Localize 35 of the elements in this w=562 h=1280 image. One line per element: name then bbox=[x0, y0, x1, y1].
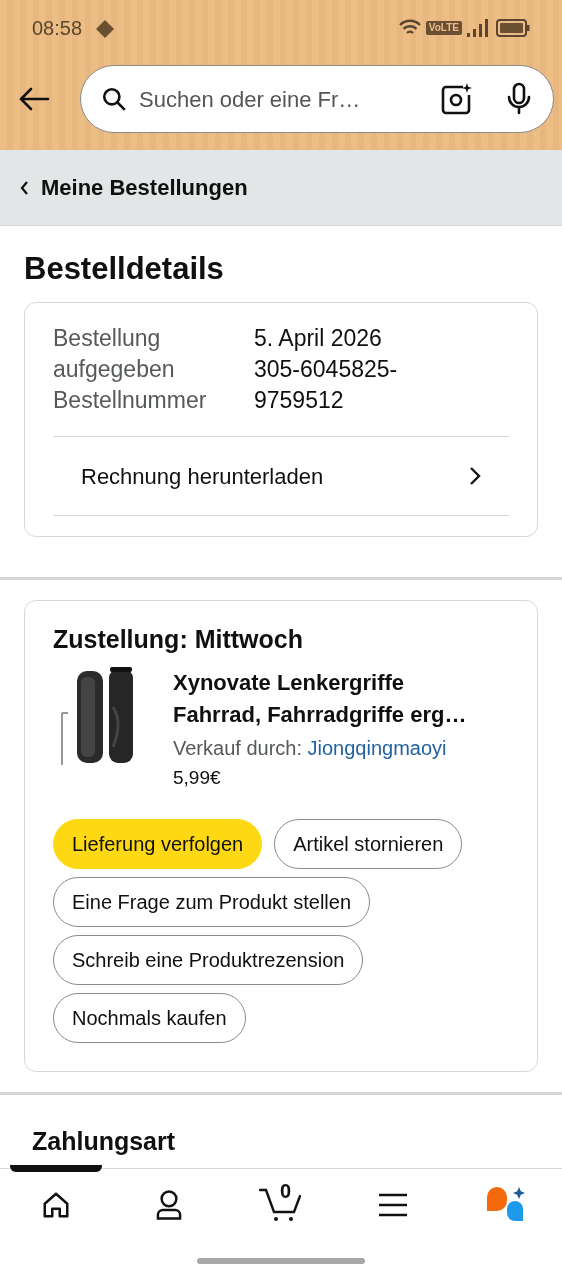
back-arrow-icon bbox=[18, 87, 50, 111]
search-field[interactable]: Suchen oder eine Fr… bbox=[80, 65, 554, 133]
order-field-label: Bestellung aufgegeben bbox=[53, 324, 176, 384]
section-title: Zahlungsart bbox=[31, 1126, 177, 1157]
microphone-icon[interactable] bbox=[505, 82, 533, 116]
cart-count: 0 bbox=[280, 1181, 292, 1201]
invoice-download-link[interactable]: Rechnung herunterladen bbox=[53, 437, 509, 515]
search-icon bbox=[101, 86, 127, 112]
action-button[interactable]: Nochmals kaufen bbox=[53, 993, 246, 1043]
action-button[interactable]: Lieferung verfolgen bbox=[53, 819, 263, 869]
network-badge: VoLTE bbox=[425, 21, 462, 35]
order-field-label: Bestellnummer bbox=[53, 386, 208, 415]
camera-icon[interactable] bbox=[439, 82, 473, 116]
action-button[interactable]: Artikel stornieren bbox=[274, 819, 463, 869]
action-button[interactable]: Eine Frage zum Produkt stellen bbox=[53, 877, 371, 927]
chevron-left-icon bbox=[20, 180, 29, 195]
signal-icon bbox=[466, 19, 488, 37]
menu-icon[interactable] bbox=[378, 1193, 409, 1217]
product-title[interactable]: Xynovate Lenkergriffe Fahrrad, Fahrradgriffe erg… bbox=[173, 667, 473, 731]
order-field-value: 305-6045825-9759512 bbox=[254, 355, 399, 415]
status-time: 08:58 bbox=[32, 16, 83, 41]
home-icon[interactable] bbox=[41, 1190, 72, 1220]
seller-label: Verkauf durch: bbox=[173, 736, 303, 761]
order-field-value: 5. April 2026 bbox=[254, 324, 383, 353]
shipment-title: Zustellung: Mittwoch bbox=[53, 624, 304, 655]
assistant-icon[interactable] bbox=[484, 1187, 527, 1223]
action-button[interactable]: Schreib eine Produktrezension bbox=[53, 935, 364, 985]
battery-icon bbox=[496, 19, 530, 37]
seller-link[interactable]: Jiongqingmaoyi bbox=[307, 733, 447, 763]
page-title: Bestelldetails bbox=[23, 250, 225, 288]
chevron-right-icon bbox=[469, 466, 481, 486]
breadcrumb-link[interactable]: Meine Bestellungen bbox=[20, 171, 248, 204]
search-input[interactable]: Suchen oder eine Fr… bbox=[139, 82, 427, 116]
app-notification-icon bbox=[94, 17, 117, 39]
product-price: 5,99€ bbox=[173, 766, 222, 790]
